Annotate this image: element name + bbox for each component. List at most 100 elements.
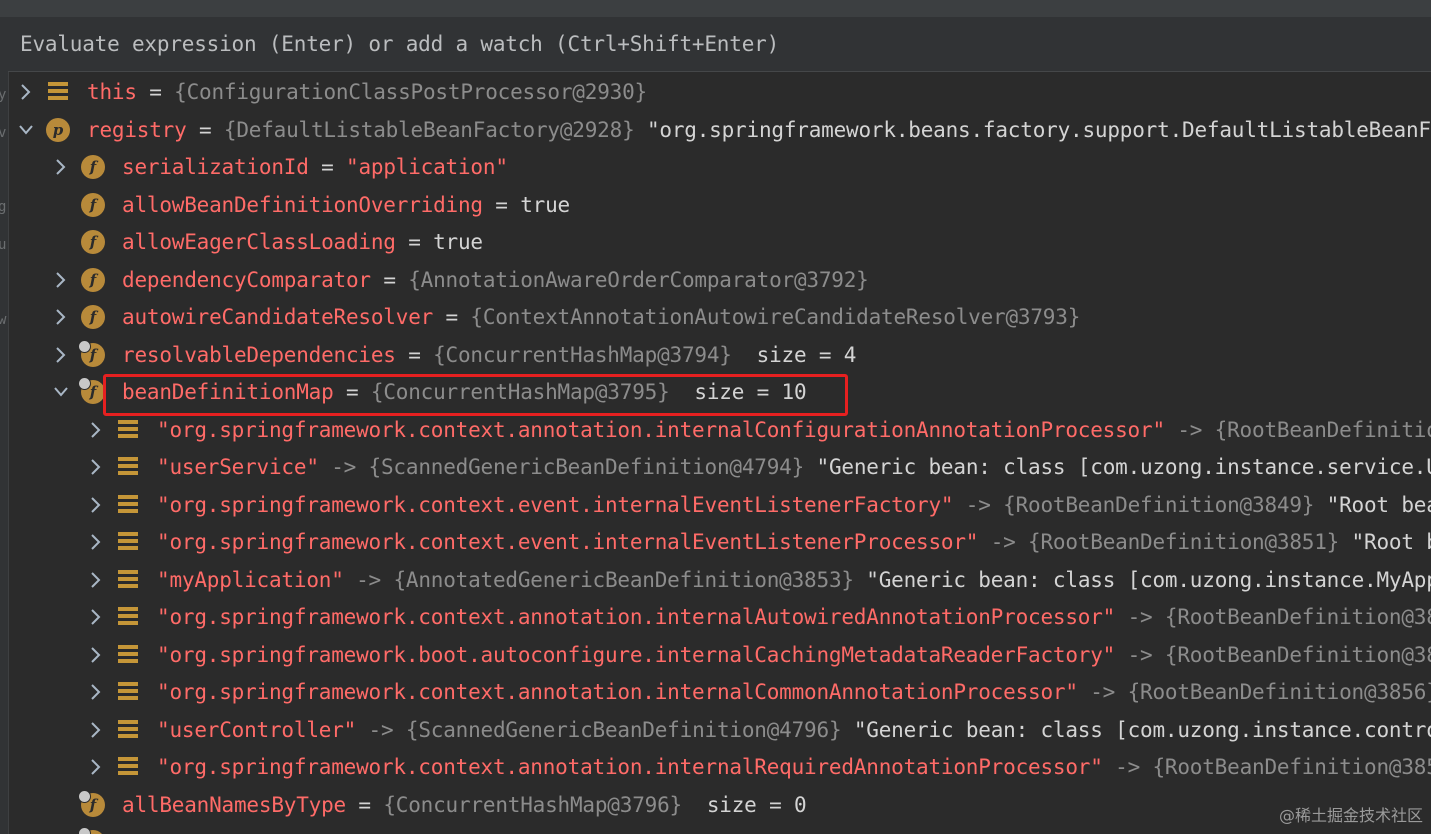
row-eq: =	[395, 342, 434, 367]
tree-row[interactable]: "org.springframework.context.annotation.…	[8, 412, 1431, 450]
row-text: "org.springframework.context.annotation.…	[157, 752, 1431, 782]
tree-row[interactable]: "myApplication" -> {AnnotatedGenericBean…	[8, 562, 1431, 600]
row-name: allowBeanDefinitionOverriding	[122, 192, 483, 217]
tree-row[interactable]: f beanDefinitionMap = {ConcurrentHashMap@…	[8, 374, 1431, 412]
row-name: this	[87, 80, 137, 104]
row-eq: =	[186, 117, 224, 142]
tree-row[interactable]: f resolvableDependencies = {ConcurrentHas…	[8, 337, 1431, 375]
chevron-right-icon[interactable]	[88, 495, 102, 515]
tree-row[interactable]: f allowBeanDefinitionOverriding = true	[8, 187, 1431, 225]
tree-row[interactable]: "org.springframework.context.annotation.…	[8, 674, 1431, 712]
chevron-right-icon[interactable]	[53, 345, 67, 365]
row-type: {ContextAnnotationAutowireCandidateResol…	[470, 305, 1081, 329]
row-rest: size = 0	[681, 792, 807, 817]
chevron-right-icon[interactable]	[88, 720, 102, 740]
row-type: {RootBeanDefinition@3855}	[1164, 642, 1431, 667]
tree-row[interactable]: f dependencyComparator = {AnnotationAware…	[8, 262, 1431, 300]
tree-row[interactable]: "org.springframework.context.event.inter…	[8, 487, 1431, 525]
row-text: allowEagerClassLoading = true	[122, 227, 483, 257]
chevron-right-icon[interactable]	[18, 82, 32, 102]
lock-badge-icon	[78, 789, 91, 803]
row-name: "org.springframework.boot.autoconfigure.…	[157, 642, 1116, 667]
row-type: {RootBeanDefinition@3854}	[1164, 605, 1431, 629]
gutter-char: u	[0, 237, 7, 253]
row-rest: "Root bean	[1351, 530, 1431, 554]
bars-icon	[118, 530, 142, 554]
chevron-right-icon[interactable]	[88, 457, 102, 477]
row-eq: ->	[343, 567, 394, 592]
bars-glyph	[48, 82, 68, 102]
row-text: resolvableDependencies = {ConcurrentHash…	[122, 340, 856, 370]
row-text: "org.springframework.context.annotation.…	[157, 602, 1431, 632]
bars-glyph	[118, 419, 138, 440]
bars-icon	[118, 455, 142, 479]
chevron-down-icon[interactable]	[18, 120, 33, 140]
tree-row[interactable]: f autowireCandidateResolver = {ContextAnn…	[8, 299, 1431, 337]
gutter-char: y	[0, 87, 7, 103]
row-type: {RootBeanDefinition@3849}	[1003, 492, 1315, 517]
row-type: {ScannedGenericBeanDefinition@4796}	[405, 717, 842, 742]
row-name: "org.springframework.context.annotation.…	[157, 605, 1116, 629]
bars-glyph	[118, 532, 138, 552]
row-text: "org.springframework.context.event.inter…	[157, 490, 1431, 520]
row-name: "org.springframework.context.annotation.…	[157, 755, 1103, 779]
row-eq: =	[136, 80, 175, 104]
tree-row[interactable]: "org.springframework.context.event.inter…	[8, 524, 1431, 562]
bars-glyph	[118, 682, 138, 702]
row-name: beanDefinitionMap	[122, 380, 334, 404]
variables-tree[interactable]: this = {ConfigurationClassPostProcessor@…	[8, 74, 1431, 834]
field-circle: f	[81, 230, 105, 254]
tree-row[interactable]: "org.springframework.context.annotation.…	[8, 749, 1431, 787]
bars-glyph	[118, 644, 138, 665]
bars-icon	[118, 755, 142, 779]
gutter-char: w	[0, 312, 7, 328]
field-icon: f	[81, 305, 105, 329]
tree-row[interactable]: "org.springframework.boot.autoconfigure.…	[8, 637, 1431, 675]
row-eq: ->	[1102, 755, 1153, 779]
chevron-right-icon[interactable]	[88, 532, 102, 552]
tree-row[interactable]: p registry = {DefaultListableBeanFactory@…	[8, 112, 1431, 150]
chevron-right-icon[interactable]	[88, 645, 102, 665]
field-icon: f	[81, 267, 105, 292]
row-type: {AnnotationAwareOrderComparator@3792}	[408, 267, 869, 292]
bars-glyph	[118, 757, 138, 777]
row-text: beanDefinitionMap = {ConcurrentHashMap@3…	[122, 377, 807, 407]
row-eq: ->	[978, 530, 1029, 554]
tree-row[interactable]: this = {ConfigurationClassPostProcessor@…	[8, 74, 1431, 112]
bars-icon	[118, 568, 142, 592]
tree-row[interactable]: f serializationId = "application"	[8, 149, 1431, 187]
row-eq: =	[333, 380, 371, 404]
row-type: {RootBeanDefinition@3857}	[1152, 755, 1431, 779]
tree-row[interactable]: "userController" -> {ScannedGenericBeanD…	[8, 712, 1431, 750]
row-rest: "Root bean	[1326, 492, 1431, 517]
field-icon: f	[78, 377, 105, 404]
row-eq: ->	[953, 492, 1004, 517]
chevron-down-icon[interactable]	[53, 382, 68, 402]
row-eq: =	[482, 192, 521, 217]
bars-glyph	[118, 719, 138, 740]
gutter-char: g	[0, 199, 7, 215]
chevron-right-icon[interactable]	[53, 157, 67, 177]
chevron-right-icon[interactable]	[53, 307, 67, 327]
chevron-right-icon[interactable]	[53, 270, 67, 290]
tree-row[interactable]: "userService" -> {ScannedGenericBeanDefi…	[8, 449, 1431, 487]
tree-row[interactable]: f allBeanNamesByType = {ConcurrentHashMap…	[8, 787, 1431, 825]
row-name: registry	[87, 117, 187, 142]
chevron-right-icon[interactable]	[88, 570, 102, 590]
field-icon: f	[81, 230, 105, 254]
bars-glyph	[118, 607, 138, 627]
chevron-right-icon[interactable]	[88, 607, 102, 627]
row-text: serializationId = "application"	[122, 152, 508, 182]
chevron-right-icon[interactable]	[88, 757, 102, 777]
chevron-right-icon[interactable]	[88, 682, 102, 702]
row-text: this = {ConfigurationClassPostProcessor@…	[87, 77, 647, 107]
row-eq: =	[433, 305, 471, 329]
chevron-right-icon[interactable]	[88, 420, 102, 440]
tree-row[interactable]: f allowEagerClassLoading = true	[8, 224, 1431, 262]
bars-icon	[118, 680, 142, 704]
row-rest: size = 10	[669, 380, 807, 404]
tree-row[interactable]: "org.springframework.context.annotation.…	[8, 599, 1431, 637]
evaluate-placeholder: Evaluate expression (Enter) or add a wat…	[20, 32, 780, 56]
evaluate-expression-input[interactable]: Evaluate expression (Enter) or add a wat…	[8, 17, 1431, 72]
tree-row[interactable]: f	[8, 824, 1431, 834]
